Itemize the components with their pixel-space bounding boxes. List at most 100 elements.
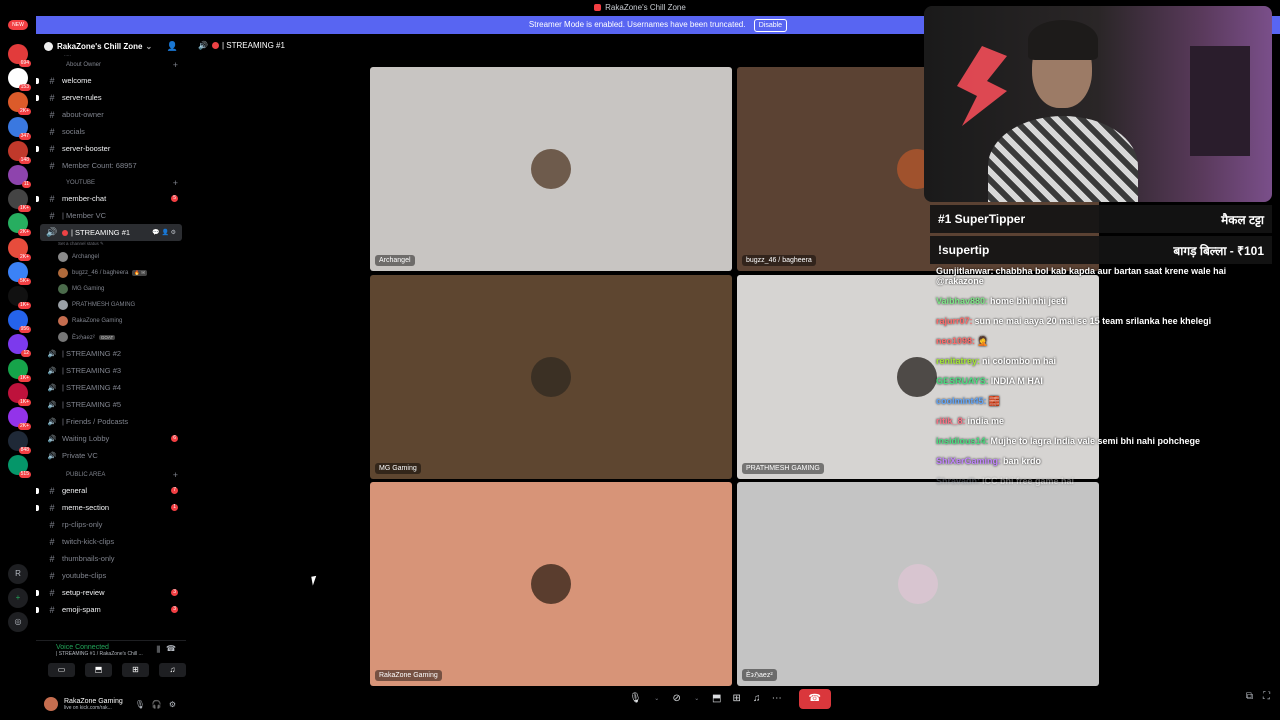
chevron-down-icon[interactable]: ⌄ xyxy=(649,690,665,708)
channel-item[interactable]: # general 7 xyxy=(36,482,186,499)
channel-item[interactable]: # | Member VC xyxy=(36,207,186,224)
mention-badge: 1 xyxy=(171,504,178,511)
camera-off-icon[interactable]: ⊘ xyxy=(669,690,685,708)
channel-label: | STREAMING #5 xyxy=(62,400,122,409)
voice-member[interactable]: MG Gaming xyxy=(36,281,186,297)
channel-item[interactable]: # server-rules xyxy=(36,89,186,106)
channel-actions-icon[interactable]: 💬 👤 ⚙ xyxy=(152,229,176,236)
hangup-button[interactable]: ☎ xyxy=(798,689,831,709)
disable-button[interactable]: Disable xyxy=(753,19,788,32)
noise-suppression-icon[interactable]: ⫼ xyxy=(156,645,160,655)
voice-member[interactable]: Ѐ϶ℌaez² GOAT xyxy=(36,329,186,345)
server-icon[interactable]: 2K+ xyxy=(8,213,31,237)
chat-message: neo1098: 🤦 xyxy=(936,336,1246,346)
server-icon[interactable]: 1K+ xyxy=(8,382,31,406)
channel-item[interactable]: # youtube-clips xyxy=(36,567,186,584)
voice-channel-active[interactable]: 🔊 | STREAMING #1 💬 👤 ⚙ xyxy=(40,224,182,241)
camera-button[interactable]: ▭ xyxy=(48,663,75,677)
channel-item[interactable]: # thumbnails-only xyxy=(36,550,186,567)
voice-channel-item[interactable]: 🔊 | Friends / Podcasts xyxy=(36,413,186,430)
screen-share-icon[interactable]: ⬒ xyxy=(709,690,725,708)
video-tile[interactable]: MG Gaming xyxy=(370,275,732,479)
voice-member[interactable]: Archangel xyxy=(36,249,186,265)
voice-channel-item[interactable]: 🔊 | STREAMING #4 xyxy=(36,379,186,396)
popout-icon[interactable]: ⧉ xyxy=(1246,691,1253,702)
channel-item[interactable]: # rp-clips-only xyxy=(36,516,186,533)
chevron-down-icon[interactable]: ⌄ xyxy=(689,690,705,708)
voice-channel-item[interactable]: 🔊 Private VC xyxy=(36,447,186,464)
server-icon[interactable]: 848 xyxy=(8,431,31,455)
channel-item[interactable]: # meme-section 1 xyxy=(36,499,186,516)
server-icon[interactable]: 347 xyxy=(8,116,31,140)
server-icon[interactable]: 956 xyxy=(8,310,31,334)
add-server-icon[interactable]: + xyxy=(8,588,28,608)
disconnect-icon[interactable]: ☎ xyxy=(166,644,176,653)
activities-icon[interactable]: ⊞ xyxy=(729,690,745,708)
more-icon[interactable]: ⋯ xyxy=(769,690,785,708)
server-icon[interactable]: 153 xyxy=(8,68,31,92)
activities-button[interactable]: ⊞ xyxy=(122,663,149,677)
chat-text: Mujhe to lagra India vale semi bhi nahi … xyxy=(990,436,1201,446)
server-icon[interactable]: 148 xyxy=(8,140,31,164)
server-icon[interactable]: 2K+ xyxy=(8,92,31,116)
channel-item[interactable]: # welcome xyxy=(36,72,186,89)
video-tile[interactable]: Archangel xyxy=(370,67,732,271)
avatar[interactable] xyxy=(44,697,58,711)
video-tile[interactable]: RakaZone Gaming xyxy=(370,482,732,686)
add-channel-icon[interactable]: + xyxy=(173,60,178,70)
server-icon[interactable]: 11 xyxy=(8,165,31,188)
soundboard-icon[interactable]: ♫ xyxy=(749,690,765,708)
channel-item[interactable]: # twitch-kick-clips xyxy=(36,533,186,550)
voice-member[interactable]: RakaZone Gaming xyxy=(36,313,186,329)
server-icon[interactable]: 5K+ xyxy=(8,261,31,285)
voice-channel-item[interactable]: 🔊 Waiting Lobby 6 xyxy=(36,430,186,447)
unread-indicator xyxy=(36,77,39,84)
server-icon[interactable]: 515 xyxy=(8,455,31,479)
channel-item[interactable]: # emoji-spam 3 xyxy=(36,601,186,618)
channel-label: welcome xyxy=(62,76,92,85)
screen-share-button[interactable]: ⬒ xyxy=(85,663,112,677)
channel-item[interactable]: # server-booster xyxy=(36,140,186,157)
gear-icon[interactable]: ⚙ xyxy=(169,700,176,709)
video-tile[interactable]: Ѐ϶ℌaez² xyxy=(737,482,1099,686)
user-name[interactable]: RakaZone Gaming xyxy=(64,698,123,705)
server-icon[interactable]: 12 xyxy=(8,334,31,358)
voice-channel-item[interactable]: 🔊 | STREAMING #2 xyxy=(36,345,186,362)
channel-item[interactable]: # about-owner xyxy=(36,106,186,123)
mic-icon[interactable]: 🎙 xyxy=(135,700,145,709)
channel-item[interactable]: # member-chat 5 xyxy=(36,190,186,207)
server-icon[interactable]: R xyxy=(8,564,28,584)
channel-item[interactable]: # Member Count: 68957 xyxy=(36,157,186,174)
add-channel-icon[interactable]: + xyxy=(173,470,178,480)
category-public-area[interactable]: PUBLIC AREA + xyxy=(36,468,186,482)
speaker-icon: 🔊 xyxy=(47,350,57,358)
category-youtube[interactable]: YOUTUBE + xyxy=(36,176,186,190)
channel-item[interactable]: # socials xyxy=(36,123,186,140)
fullscreen-icon[interactable]: ⛶ xyxy=(1263,691,1270,702)
server-icon[interactable]: 1K+ xyxy=(8,189,31,213)
add-channel-icon[interactable]: + xyxy=(173,178,178,188)
server-icon[interactable]: 2K+ xyxy=(8,237,31,261)
voice-member[interactable]: bugzz_46 / bagheera 🔥 ✉ xyxy=(36,265,186,281)
chat-text: ICC bhi free game hai xyxy=(982,476,1075,486)
server-icon[interactable]: 694 xyxy=(8,44,31,67)
headphones-icon[interactable]: 🎧 xyxy=(152,700,162,709)
category-about-owner[interactable]: About Owner + xyxy=(36,58,186,72)
voice-member[interactable]: PRATHMESH GAMING xyxy=(36,297,186,313)
discover-icon[interactable]: ◎ xyxy=(8,612,28,632)
add-friend-icon[interactable]: 👤 xyxy=(167,41,178,52)
channel-status[interactable]: Set a channel status ✎ xyxy=(36,241,186,249)
voice-channel-item[interactable]: 🔊 | STREAMING #3 xyxy=(36,362,186,379)
new-badge[interactable]: NEW xyxy=(8,20,28,30)
soundboard-button[interactable]: ♫ xyxy=(159,663,186,677)
server-icon[interactable]: 1K+ xyxy=(8,358,31,382)
mic-icon[interactable]: 🎙 xyxy=(626,690,645,708)
chat-message: renitatrey: ni colombo m hai xyxy=(936,356,1246,366)
channel-item[interactable]: # setup-review 3 xyxy=(36,584,186,601)
avatar xyxy=(58,252,68,262)
server-icon[interactable]: 1K+ xyxy=(8,286,31,309)
voice-status[interactable]: Voice Connected xyxy=(36,641,186,651)
voice-channel-item[interactable]: 🔊 | STREAMING #5 xyxy=(36,396,186,413)
channel-label: youtube-clips xyxy=(62,571,107,580)
server-icon[interactable]: 2K+ xyxy=(8,407,31,430)
